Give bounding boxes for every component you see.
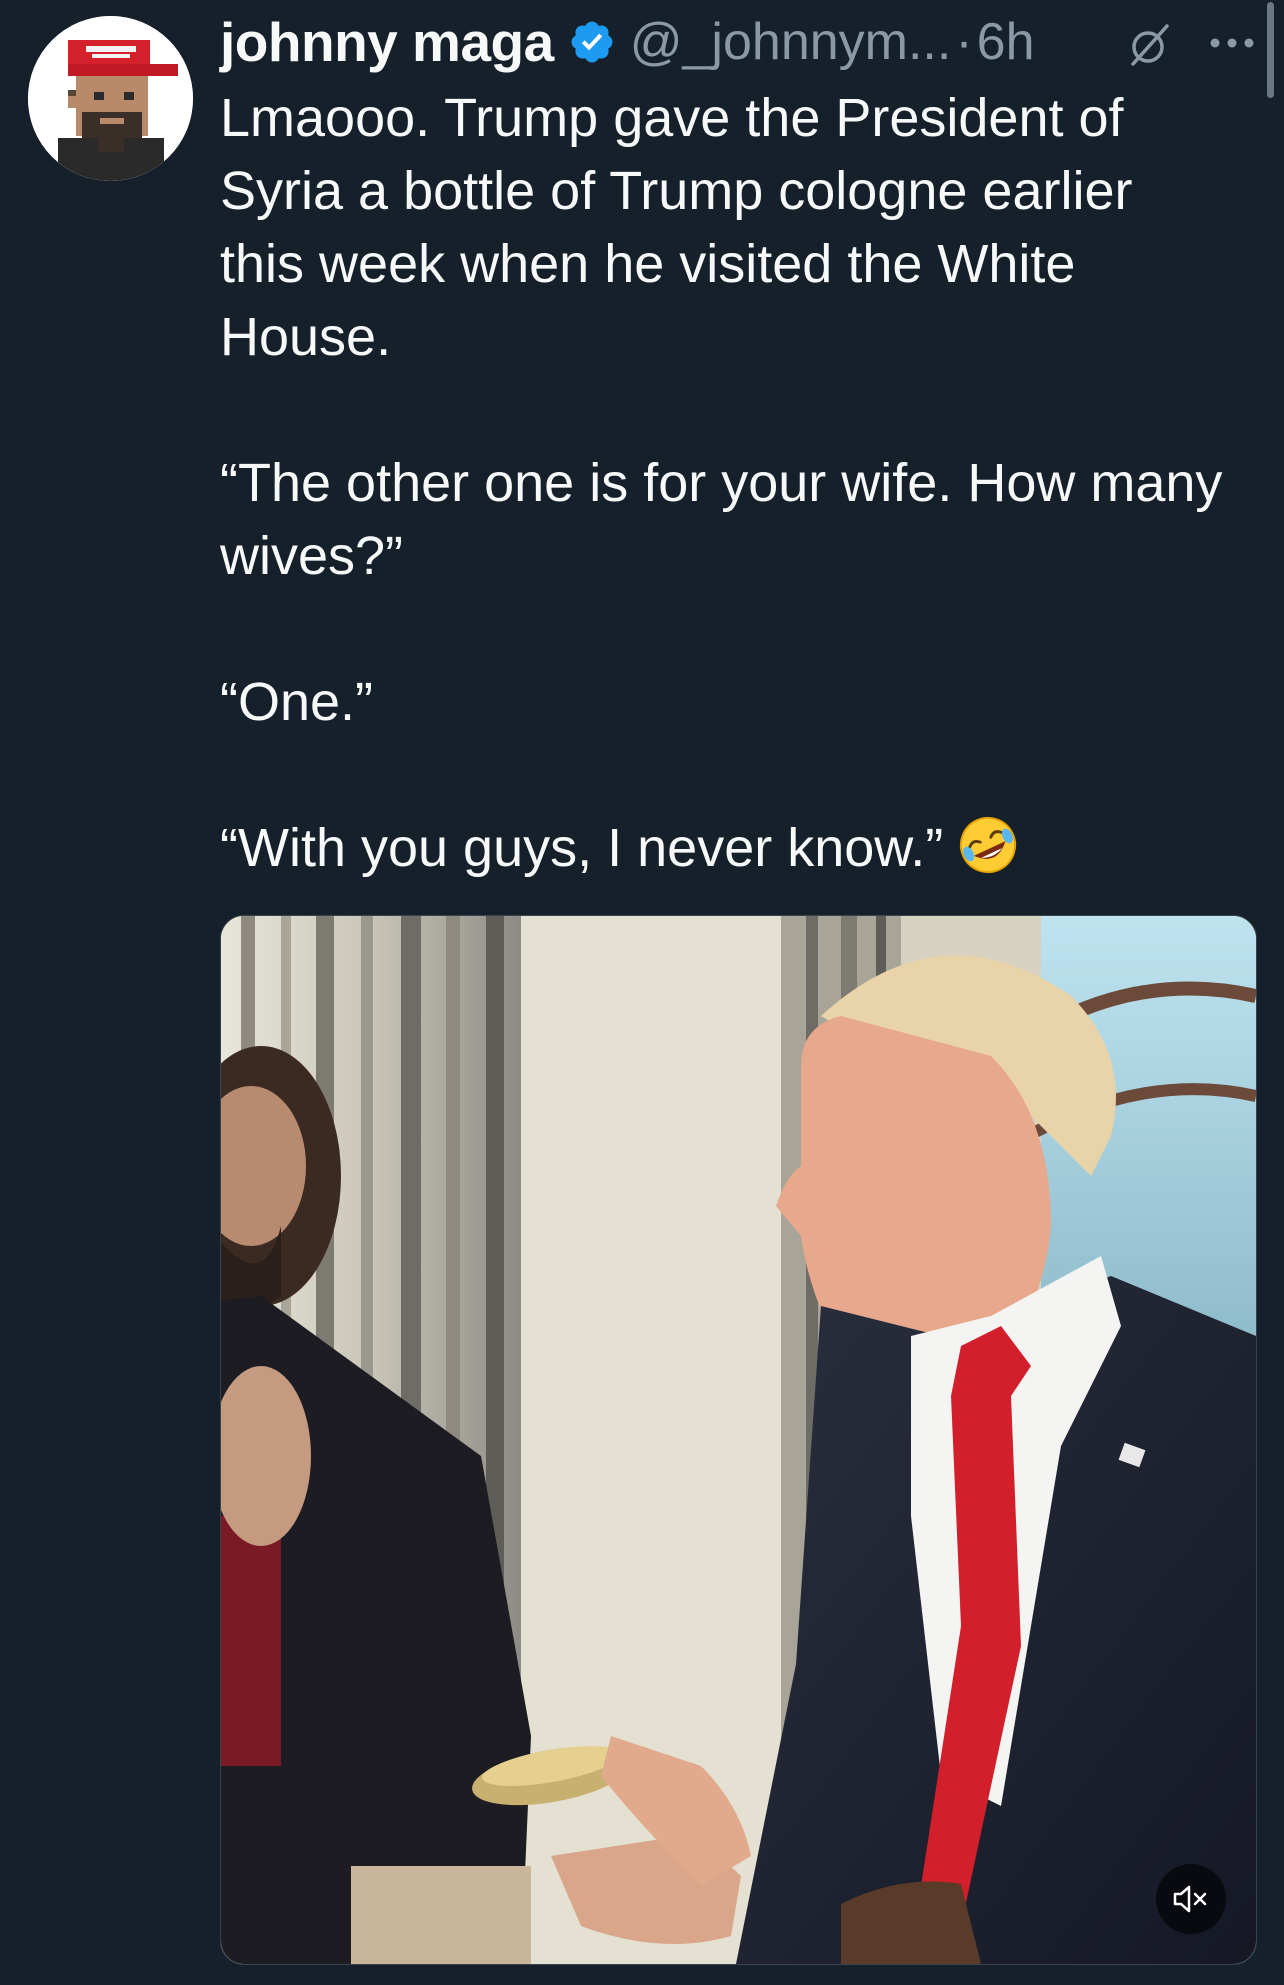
grok-icon[interactable] (1127, 22, 1173, 68)
avatar[interactable] (28, 16, 193, 181)
more-options-icon[interactable] (1208, 36, 1256, 50)
tweet-text-paragraph: Lmaooo. Trump gave the President of Syri… (220, 88, 1133, 367)
tweet-text-quote: “With you guys, I never know.” (220, 818, 944, 878)
handle[interactable]: @_johnnym... (630, 12, 952, 72)
tweet[interactable]: johnny maga @_johnnym... · 6h Lmaooo. Tr… (0, 0, 1284, 1985)
video-player[interactable] (220, 915, 1257, 1965)
verified-badge-icon (571, 21, 613, 63)
separator-dot: · (955, 13, 973, 71)
timestamp[interactable]: 6h (977, 12, 1035, 72)
tweet-text-paragraph: “With you guys, I never know.” (220, 812, 1230, 885)
video-frame (221, 916, 1256, 1964)
scrollbar[interactable] (1267, 2, 1274, 98)
mute-button[interactable] (1156, 1864, 1226, 1934)
tweet-header: johnny maga @_johnnym... · 6h (220, 2, 1260, 82)
tweet-text-paragraph: “One.” (220, 672, 374, 732)
maga-hat-pixel-avatar-icon (28, 16, 193, 181)
tweet-text: Lmaooo. Trump gave the President of Syri… (220, 82, 1230, 885)
rolling-on-floor-laughing-emoji (960, 816, 1017, 874)
tweet-text-paragraph: “The other one is for your wife. How man… (220, 453, 1223, 586)
volume-muted-icon (1173, 1885, 1207, 1913)
display-name[interactable]: johnny maga (220, 10, 554, 74)
